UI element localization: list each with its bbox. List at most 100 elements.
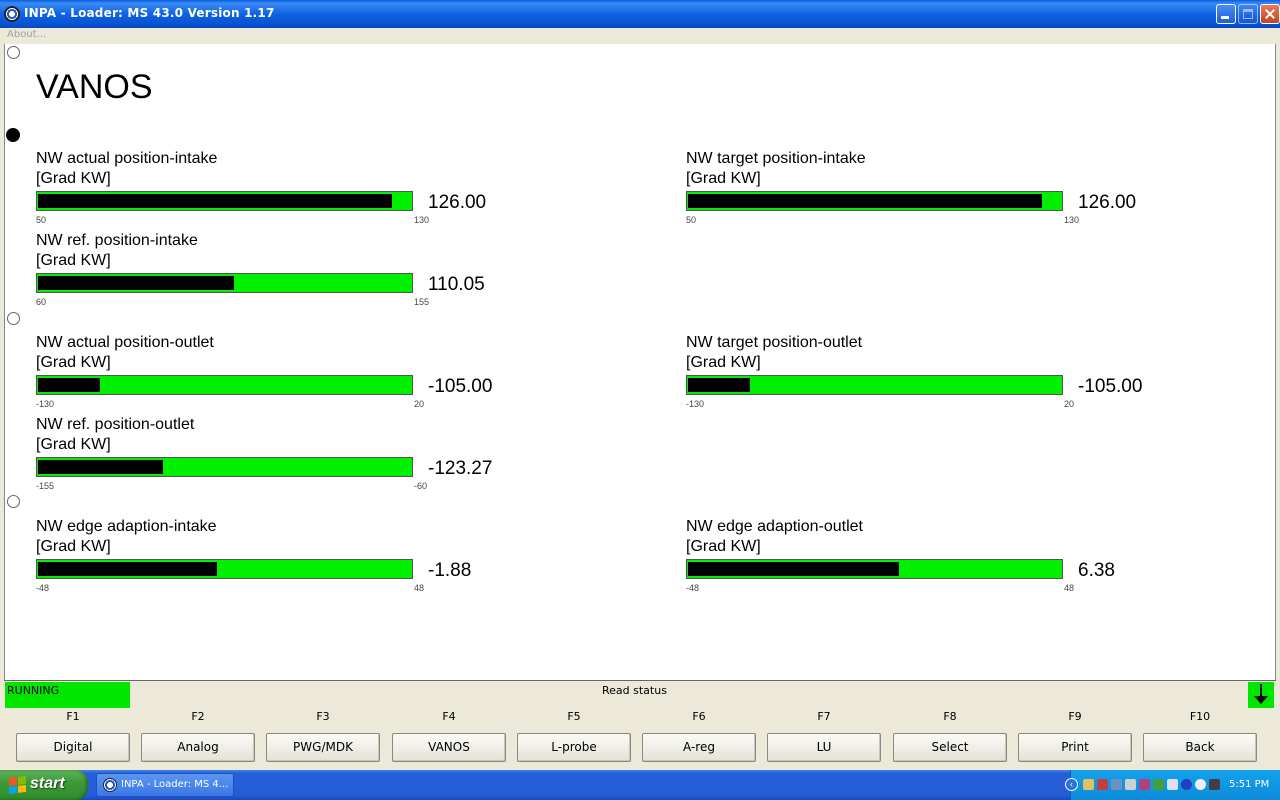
gauge-max: -60: [414, 481, 428, 491]
gauge-label: NW ref. position-intake: [36, 232, 198, 249]
gauge-min: -130: [686, 399, 705, 409]
gauge-value: -1.88: [428, 560, 472, 581]
gauge-bar: [686, 375, 1063, 395]
gauge-label: NW actual position-intake: [36, 150, 218, 167]
gauge-fill: [688, 562, 899, 576]
tray-app-icon[interactable]: [1153, 779, 1164, 790]
vanos-button[interactable]: VANOS: [392, 733, 506, 762]
running-indicator: RUNNING: [5, 682, 130, 708]
gauge-unit: [Grad KW]: [36, 170, 111, 187]
screen-selector-radio[interactable]: [6, 128, 20, 142]
gauge-value: 126.00: [428, 192, 487, 213]
function-key-bar: F1 F2 F3 F4 F5 F6 F7 F8 F9 F10 Digital A…: [4, 708, 1276, 770]
analog-button[interactable]: Analog: [141, 733, 255, 762]
gauge-value: 6.38: [1078, 560, 1115, 581]
gauge-fill: [38, 460, 163, 474]
print-button[interactable]: Print: [1018, 733, 1132, 762]
bmw-logo-icon[interactable]: [4, 6, 20, 22]
minimize-button[interactable]: [1216, 4, 1236, 24]
gauge-bar: [36, 191, 413, 211]
status-message: Read status: [602, 684, 667, 697]
fkey-label-f7: F7: [817, 710, 831, 723]
window-title: INPA - Loader: MS 43.0 Version 1.17: [24, 6, 275, 20]
a-reg-button[interactable]: A-reg: [642, 733, 756, 762]
wifi-icon[interactable]: [1195, 779, 1206, 790]
gauge-fill: [38, 378, 100, 392]
fkey-label-f10: F10: [1189, 710, 1211, 723]
gauge-fill: [688, 378, 750, 392]
fkey-label-f9: F9: [1068, 710, 1082, 723]
tray-app-icon[interactable]: [1139, 779, 1150, 790]
gauge-unit: [Grad KW]: [36, 538, 111, 555]
gauge-label: NW target position-outlet: [686, 334, 863, 351]
gauge-fill: [38, 562, 217, 576]
gauge-nw-edge-intake: NW edge adaption-intake [Grad KW] -1.88 …: [36, 518, 506, 598]
fkey-label-f3: F3: [316, 710, 330, 723]
menu-bar: About...: [0, 28, 1280, 44]
gauge-max: 20: [414, 399, 425, 409]
start-button[interactable]: start: [0, 770, 88, 800]
status-bar: RUNNING Read status: [4, 680, 1276, 708]
close-button[interactable]: [1260, 4, 1280, 24]
tray-app-icon[interactable]: [1083, 779, 1094, 790]
gauge-min: 50: [686, 215, 697, 225]
gauge-value: 126.00: [1078, 192, 1137, 213]
speaker-icon[interactable]: [1125, 779, 1136, 790]
gauge-bar: [36, 559, 413, 579]
fkey-label-f2: F2: [191, 710, 205, 723]
gauge-label: NW edge adaption-outlet: [686, 518, 863, 535]
taskbar-item-inpa[interactable]: INPA - Loader: MS 4...: [96, 773, 234, 797]
fkey-label-f1: F1: [66, 710, 80, 723]
gauge-min: 60: [36, 297, 47, 307]
gauge-unit: [Grad KW]: [686, 354, 761, 371]
taskbar: start INPA - Loader: MS 4... ‹ 5:51 PM: [0, 770, 1280, 800]
screen-selector-radio[interactable]: [7, 495, 20, 508]
gauge-min: -155: [36, 481, 55, 491]
maximize-button[interactable]: [1238, 4, 1258, 24]
gauge-min: -130: [36, 399, 55, 409]
gauge-nw-target-outlet: NW target position-outlet [Grad KW] -105…: [686, 334, 1156, 414]
gauge-unit: [Grad KW]: [36, 252, 111, 269]
system-tray: ‹ 5:51 PM: [1065, 770, 1280, 800]
gauge-unit: [Grad KW]: [686, 538, 761, 555]
tray-expand-icon[interactable]: ‹: [1065, 778, 1078, 791]
gauge-max: 20: [1064, 399, 1075, 409]
gauge-nw-target-intake: NW target position-intake [Grad KW] 126.…: [686, 150, 1156, 230]
gauge-bar: [36, 375, 413, 395]
fkey-label-f4: F4: [442, 710, 456, 723]
bmw-logo-icon: [103, 778, 117, 792]
gauge-value: -105.00: [428, 376, 493, 397]
tray-app-icon[interactable]: [1167, 779, 1178, 790]
pwg-mdk-button[interactable]: PWG/MDK: [266, 733, 380, 762]
tray-app-icon[interactable]: [1097, 779, 1108, 790]
gauge-max: 48: [1064, 583, 1075, 593]
gauge-max: 130: [1064, 215, 1080, 225]
menu-item-about[interactable]: About...: [7, 29, 46, 40]
arrow-down-icon[interactable]: [1248, 682, 1274, 708]
windows-logo-icon: [9, 776, 26, 794]
start-label: start: [30, 775, 65, 792]
gauge-bar: [686, 191, 1063, 211]
back-button[interactable]: Back: [1143, 733, 1257, 762]
screen-selector-radio[interactable]: [7, 312, 20, 325]
tray-app-icon[interactable]: [1111, 779, 1122, 790]
gauge-label: NW target position-intake: [686, 150, 866, 167]
gauge-nw-actual-intake: NW actual position-intake [Grad KW] 126.…: [36, 150, 506, 230]
gauge-min: -48: [36, 583, 50, 593]
bluetooth-icon[interactable]: [1181, 779, 1192, 790]
digital-button[interactable]: Digital: [16, 733, 130, 762]
title-bar: INPA - Loader: MS 43.0 Version 1.17: [0, 0, 1280, 28]
l-probe-button[interactable]: L-probe: [517, 733, 631, 762]
screen-selector-radio[interactable]: [7, 46, 20, 59]
gauge-bar: [36, 457, 413, 477]
gauge-label: NW actual position-outlet: [36, 334, 214, 351]
gauge-max: 130: [414, 215, 430, 225]
gauge-label: NW edge adaption-intake: [36, 518, 217, 535]
gauge-value: -105.00: [1078, 376, 1143, 397]
gauge-max: 155: [414, 297, 430, 307]
gauge-unit: [Grad KW]: [36, 436, 111, 453]
select-button[interactable]: Select: [893, 733, 1007, 762]
gauge-min: 50: [36, 215, 47, 225]
tray-app-icon[interactable]: [1209, 779, 1220, 790]
lu-button[interactable]: LU: [767, 733, 881, 762]
